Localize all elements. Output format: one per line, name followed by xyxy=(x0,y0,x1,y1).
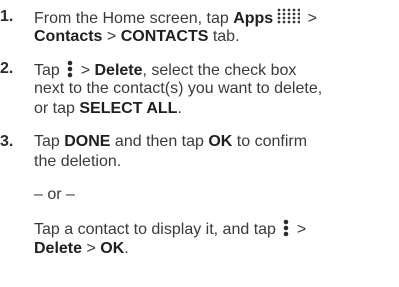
step-3-alt-line-1: Tap a contact to display it, and tap > xyxy=(34,219,307,238)
delete-label: Delete xyxy=(94,62,143,79)
step-2-line-2: next to the contact(s) you want to delet… xyxy=(34,80,323,97)
step-3-alt-line-2: Delete > OK. xyxy=(34,240,129,257)
contacts-tab-label: CONTACTS xyxy=(120,28,209,45)
or-separator: – or – xyxy=(34,186,75,203)
apps-label: Apps xyxy=(233,10,274,27)
step-number: 2. xyxy=(0,60,14,77)
step-1-line-1: From the Home screen, tap Apps > xyxy=(34,8,317,27)
step-number: 1. xyxy=(0,8,14,25)
ok-label: OK xyxy=(208,133,233,150)
step-1-line-2: Contacts > CONTACTS tab. xyxy=(34,28,240,45)
step-number: 3. xyxy=(0,133,14,150)
alt-delete-label: Delete xyxy=(34,240,83,257)
contacts-label: Contacts xyxy=(34,28,103,45)
step-2-line-3: or tap SELECT ALL. xyxy=(34,100,182,117)
done-label: DONE xyxy=(64,133,111,150)
step-3-line-2: the deletion. xyxy=(34,153,122,170)
apps-grid-icon xyxy=(277,8,301,24)
alt-ok-label: OK xyxy=(100,240,125,257)
step-3-line-1: Tap DONE and then tap OK to confirm xyxy=(34,133,308,150)
select-all-label: SELECT ALL xyxy=(79,100,178,117)
more-vertical-icon xyxy=(67,60,73,78)
step-2-line-1: Tap > Delete, select the check box xyxy=(34,60,297,79)
more-vertical-icon xyxy=(284,219,289,237)
